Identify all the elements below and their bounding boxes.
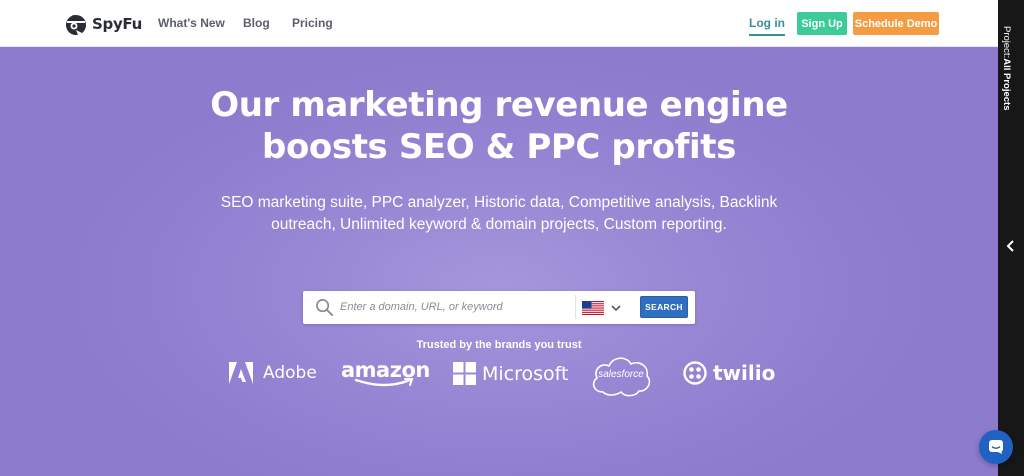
brand-microsoft: Microsoft <box>453 362 568 385</box>
chevron-left-icon[interactable] <box>1004 239 1018 253</box>
brand-twilio: twilio <box>683 361 775 385</box>
adobe-logo-icon <box>229 362 253 384</box>
search-input[interactable] <box>340 296 570 318</box>
nav-blog[interactable]: Blog <box>243 16 270 30</box>
brand-adobe: Adobe <box>229 362 317 384</box>
twilio-logo-icon <box>683 361 707 385</box>
search-bar: SEARCH <box>303 291 695 324</box>
hero-subheading: SEO marketing suite, PPC analyzer, Histo… <box>220 194 778 233</box>
sign-up-button[interactable]: Sign Up <box>797 12 847 35</box>
chat-launcher-button[interactable] <box>979 430 1013 464</box>
projects-side-panel[interactable]: Project:All Projects <box>998 0 1024 476</box>
hero-section: Our marketing revenue engine boosts SEO … <box>0 48 998 476</box>
brand-salesforce: salesforce <box>589 354 653 398</box>
brand-amazon: amazon <box>341 358 430 388</box>
microsoft-logo-icon <box>453 362 476 385</box>
spy-logo-icon <box>66 15 86 35</box>
site-header: SpyFu What's New Blog Pricing Log in Sig… <box>0 0 998 47</box>
spyfu-logo[interactable]: SpyFu <box>64 11 142 37</box>
brand-microsoft-text: Microsoft <box>482 362 569 385</box>
chevron-down-icon <box>611 304 621 311</box>
project-label-value: All Projects <box>1001 58 1012 111</box>
brand-twilio-text: twilio <box>713 361 776 385</box>
us-flag-icon <box>582 300 604 315</box>
trusted-brands-title: Trusted by the brands you trust <box>416 339 582 351</box>
nav-pricing[interactable]: Pricing <box>292 16 333 30</box>
brand-adobe-text: Adobe <box>263 363 317 383</box>
brand-salesforce-text: salesforce <box>598 369 644 380</box>
logo-text: SpyFu <box>92 15 142 33</box>
nav-whats-new[interactable]: What's New <box>158 16 225 30</box>
project-selector-label[interactable]: Project:All Projects <box>1001 26 1012 111</box>
login-link[interactable]: Log in <box>749 16 785 36</box>
amazon-smile-icon <box>355 378 414 387</box>
schedule-demo-button[interactable]: Schedule Demo <box>853 12 939 35</box>
hero-headline-line-1: Our marketing revenue engine <box>210 85 788 125</box>
search-button[interactable]: SEARCH <box>640 296 688 318</box>
project-label-prefix: Project: <box>1001 26 1012 59</box>
search-icon <box>316 299 334 317</box>
chat-icon <box>989 440 1003 454</box>
hero-headline-line-2: boosts SEO & PPC profits <box>262 127 736 167</box>
search-divider <box>575 295 576 319</box>
country-select[interactable] <box>582 297 632 318</box>
